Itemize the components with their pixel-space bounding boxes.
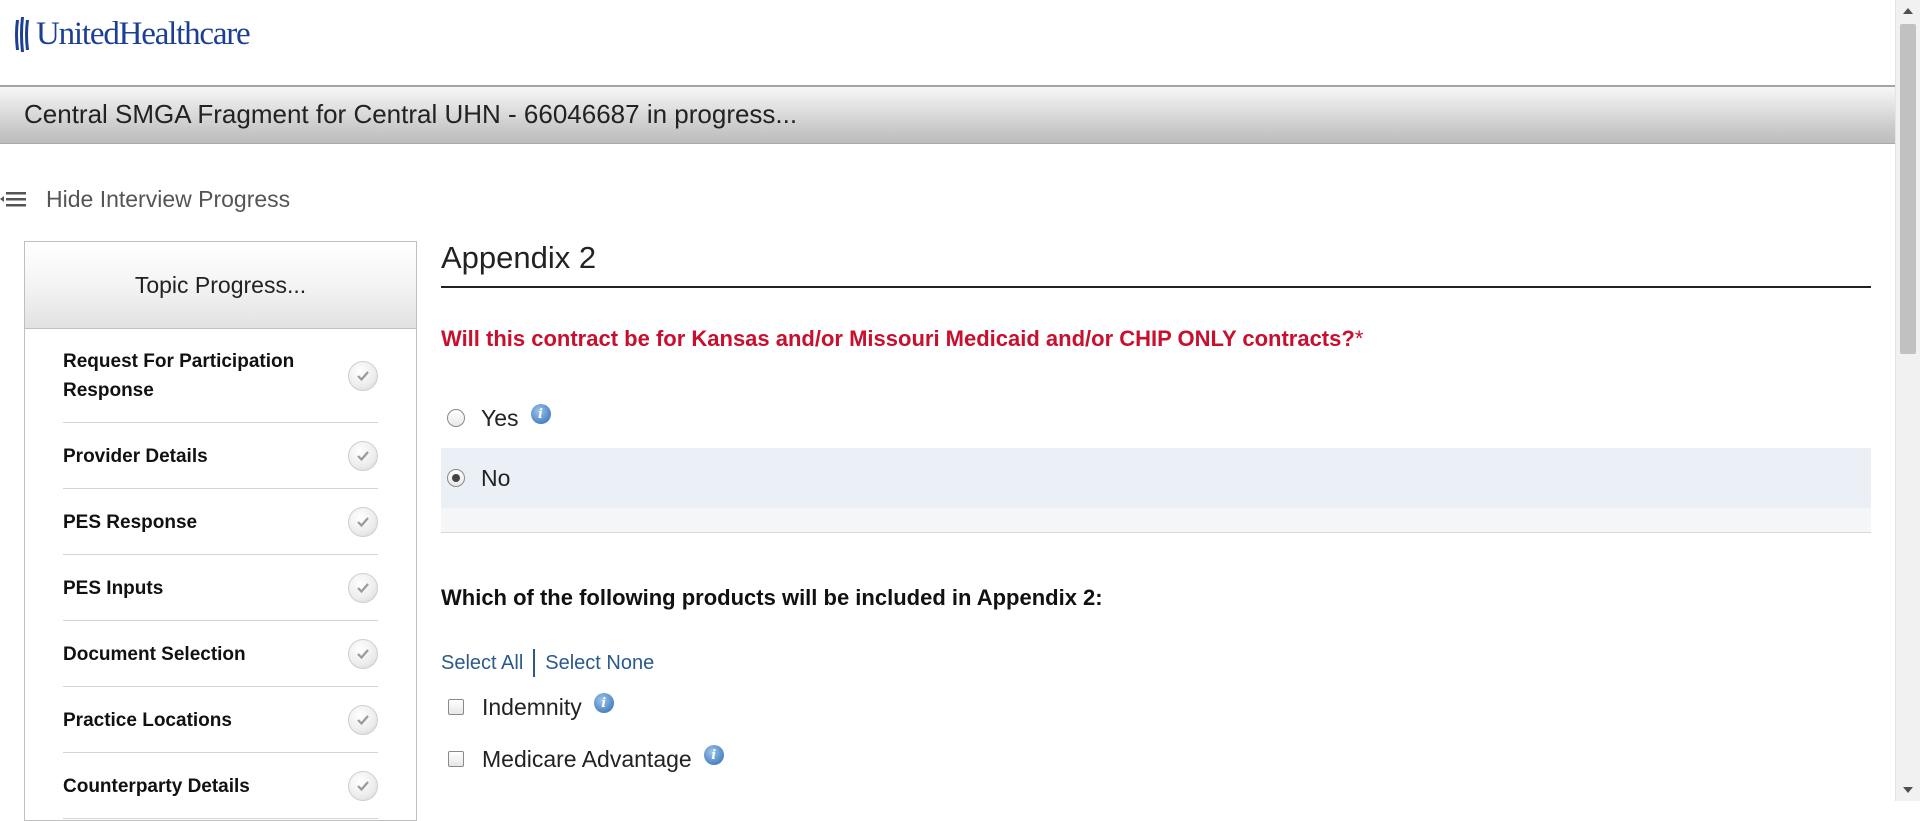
checkbox-label: Indemnity [482,693,582,720]
checkbox[interactable] [448,751,464,767]
radio-label: No [481,464,511,491]
radio-button[interactable] [447,409,465,427]
question-medicaid-chip: Will this contract be for Kansas and/or … [441,326,1871,352]
topic-item-pes-response[interactable]: PES Response [25,489,416,555]
checkmark-icon [348,507,378,537]
link-divider [533,649,536,677]
unitedhealthcare-logo: UnitedHealthcare [12,14,251,54]
topic-item-label: Request For Participation Response [63,351,295,401]
page-title: Appendix 2 [441,236,1871,288]
topic-item-pes-inputs[interactable]: PES Inputs [25,555,416,621]
radio-label: Yes [481,404,519,431]
select-none-link[interactable]: Select None [545,652,654,675]
required-marker: * [1354,326,1364,351]
question-text: Will this contract be for Kansas and/or … [441,326,1355,351]
select-all-link[interactable]: Select All [441,652,523,675]
checkmark-icon [348,639,378,669]
page-header-title: Central SMGA Fragment for Central UHN - … [24,99,798,129]
select-links: Select All Select None [441,649,1871,677]
checkbox[interactable] [448,699,464,715]
header: UnitedHealthcare [0,0,1895,86]
scroll-down-arrow-icon[interactable] [1903,787,1913,793]
topic-item-label: Provider Details [63,445,208,467]
checkmark-icon [348,573,378,603]
title-bar: Central SMGA Fragment for Central UHN - … [0,85,1895,144]
logo-mark-icon [15,17,29,52]
vertical-scrollbar[interactable] [1895,0,1920,801]
topic-item-practice-locations[interactable]: Practice Locations [25,687,416,753]
topic-item-label: Practice Locations [63,709,232,731]
radio-option-yes[interactable]: Yes i [441,388,1871,448]
checkbox-option-indemnity[interactable]: Indemnity i [441,681,1871,733]
topic-item-label: PES Response [63,511,198,533]
topic-item-label: Counterparty Details [63,775,250,797]
topic-item-request-for-participation-response[interactable]: Request For Participation Response [25,329,416,423]
info-icon[interactable]: i [530,404,551,424]
info-icon[interactable]: i [593,693,614,713]
radio-option-no[interactable]: No [441,448,1871,508]
topic-item-provider-details[interactable]: Provider Details [25,423,416,489]
checkbox-option-medicare-advantage[interactable]: Medicare Advantage i [441,733,1871,785]
hide-interview-progress-toggle[interactable]: Hide Interview Progress [0,184,290,214]
logo-text: UnitedHealthcare [36,16,251,52]
checkmark-icon [348,361,378,391]
checkmark-icon [348,771,378,801]
info-icon[interactable]: i [703,745,724,765]
checkmark-icon [348,441,378,471]
scrollbar-thumb[interactable] [1900,24,1916,354]
radio-button-selected[interactable] [447,469,465,487]
topic-progress-panel: Topic Progress... Request For Participat… [24,241,417,821]
topic-item-label: Document Selection [63,643,246,665]
collapse-list-icon [0,192,26,207]
scroll-up-arrow-icon[interactable] [1903,8,1913,14]
section-divider [441,508,1871,533]
topic-item-counterparty-details[interactable]: Counterparty Details [25,753,416,819]
question-products: Which of the following products will be … [441,585,1103,610]
checkbox-label: Medicare Advantage [482,745,692,772]
checkmark-icon [348,705,378,735]
topic-progress-title: Topic Progress... [25,242,416,329]
topic-item-document-selection[interactable]: Document Selection [25,621,416,687]
topic-list: Request For Participation Response Provi… [25,329,416,819]
hide-interview-progress-label: Hide Interview Progress [46,185,291,212]
topic-item-label: PES Inputs [63,577,164,599]
main-content: Appendix 2 Will this contract be for Kan… [441,236,1871,785]
